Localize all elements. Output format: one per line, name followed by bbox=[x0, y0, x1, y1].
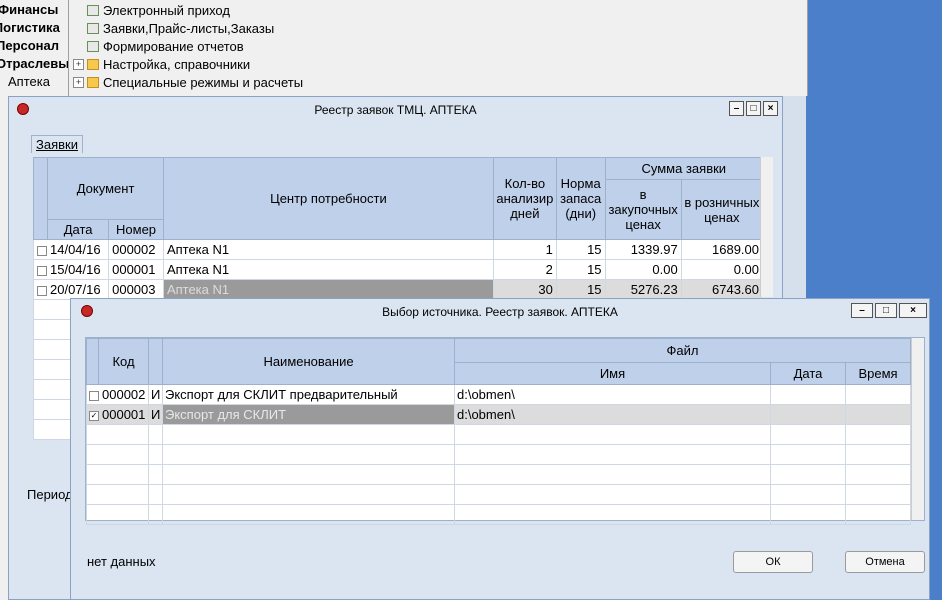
tree-item[interactable]: Электронный приход bbox=[87, 1, 230, 19]
nav-item-finance[interactable]: Финансы bbox=[0, 2, 58, 17]
minimize-icon[interactable]: – bbox=[729, 101, 744, 116]
close-icon[interactable]: × bbox=[763, 101, 778, 116]
expand-icon[interactable]: + bbox=[73, 76, 84, 88]
tree-item[interactable]: + Настройка, справочники bbox=[73, 55, 250, 73]
table-row[interactable]: 000002 И Экспорт для СКЛИТ предварительн… bbox=[86, 384, 912, 405]
header-date: Дата bbox=[47, 219, 110, 240]
row-marker-header bbox=[32, 157, 49, 240]
ok-button[interactable]: ОК bbox=[733, 551, 813, 573]
header-purchase: в закупочных ценах bbox=[604, 179, 682, 240]
header-stock-norm: Норма запаса (дни) bbox=[555, 157, 606, 240]
checkbox[interactable] bbox=[89, 390, 99, 401]
tree-item[interactable]: Заявки,Прайс-листы,Заказы bbox=[87, 19, 274, 37]
document-icon bbox=[87, 22, 99, 34]
vertical-scrollbar[interactable] bbox=[760, 157, 773, 297]
tree-item[interactable]: + Специальные режимы и расчеты bbox=[73, 73, 303, 91]
header-analysis-days: Кол-во анализир дней bbox=[492, 157, 557, 240]
header-center: Центр потребности bbox=[162, 157, 494, 240]
table-row[interactable]: 20/07/16 000003 Аптека N1 30 15 5276.23 … bbox=[32, 279, 764, 300]
header-file-date: Дата bbox=[770, 362, 846, 385]
source-title: Выбор источника. Реестр заявок. АПТЕКА bbox=[382, 305, 618, 319]
header-code: Код bbox=[98, 338, 149, 385]
nav-item-personnel[interactable]: Персонал bbox=[0, 38, 59, 53]
header-file-time: Время bbox=[844, 362, 912, 385]
checkbox[interactable] bbox=[37, 245, 47, 256]
nav-item-logistics[interactable]: Логистика bbox=[0, 20, 60, 35]
nav-item-industry[interactable]: Отраслевы bbox=[0, 56, 69, 71]
tab-requests[interactable]: Заявки bbox=[31, 135, 83, 153]
checkbox[interactable] bbox=[37, 285, 47, 296]
header-flag bbox=[148, 338, 163, 385]
tree-item[interactable]: Формирование отчетов bbox=[87, 37, 244, 55]
source-window: Выбор источника. Реестр заявок. АПТЕКА –… bbox=[70, 298, 930, 600]
header-document: Документ bbox=[47, 157, 164, 220]
table-row[interactable]: ✓ 000001 И Экспорт для СКЛИТ d:\obmen\ bbox=[86, 404, 912, 425]
vertical-scrollbar[interactable] bbox=[911, 338, 924, 520]
nav-item-pharmacy[interactable]: Аптека bbox=[8, 74, 50, 89]
document-icon bbox=[87, 40, 99, 52]
menu-tree: Электронный приход Заявки,Прайс-листы,За… bbox=[68, 0, 808, 96]
checkbox-checked[interactable]: ✓ bbox=[89, 410, 99, 421]
status-text: нет данных bbox=[87, 554, 156, 569]
period-label: Период bbox=[27, 487, 73, 502]
header-retail: в розничных ценах bbox=[680, 179, 764, 240]
header-file: Файл bbox=[453, 338, 912, 363]
registry-title: Реестр заявок ТМЦ. АПТЕКА bbox=[314, 103, 477, 117]
table-row[interactable]: 14/04/16 000002 Аптека N1 1 15 1339.97 1… bbox=[32, 239, 764, 260]
row-marker-header bbox=[86, 338, 99, 385]
header-name: Наименование bbox=[162, 338, 455, 385]
checkbox[interactable] bbox=[37, 265, 47, 276]
expand-icon[interactable]: + bbox=[73, 58, 84, 70]
header-sum: Сумма заявки bbox=[604, 157, 764, 180]
maximize-icon[interactable]: □ bbox=[746, 101, 761, 116]
minimize-icon[interactable]: – bbox=[851, 303, 873, 318]
folder-icon bbox=[87, 76, 99, 88]
source-grid: Код Наименование Файл Имя Дата Время 000… bbox=[85, 337, 925, 525]
maximize-icon[interactable]: □ bbox=[875, 303, 897, 318]
document-icon bbox=[87, 4, 99, 16]
registry-titlebar[interactable]: Реестр заявок ТМЦ. АПТЕКА – □ × bbox=[9, 97, 782, 123]
cancel-button[interactable]: Отмена bbox=[845, 551, 925, 573]
header-number: Номер bbox=[108, 219, 164, 240]
table-row[interactable]: 15/04/16 000001 Аптека N1 2 15 0.00 0.00 bbox=[32, 259, 764, 280]
close-icon[interactable]: × bbox=[899, 303, 927, 318]
header-file-name: Имя bbox=[454, 362, 771, 385]
source-titlebar[interactable]: Выбор источника. Реестр заявок. АПТЕКА –… bbox=[71, 299, 929, 325]
folder-icon bbox=[87, 58, 99, 70]
